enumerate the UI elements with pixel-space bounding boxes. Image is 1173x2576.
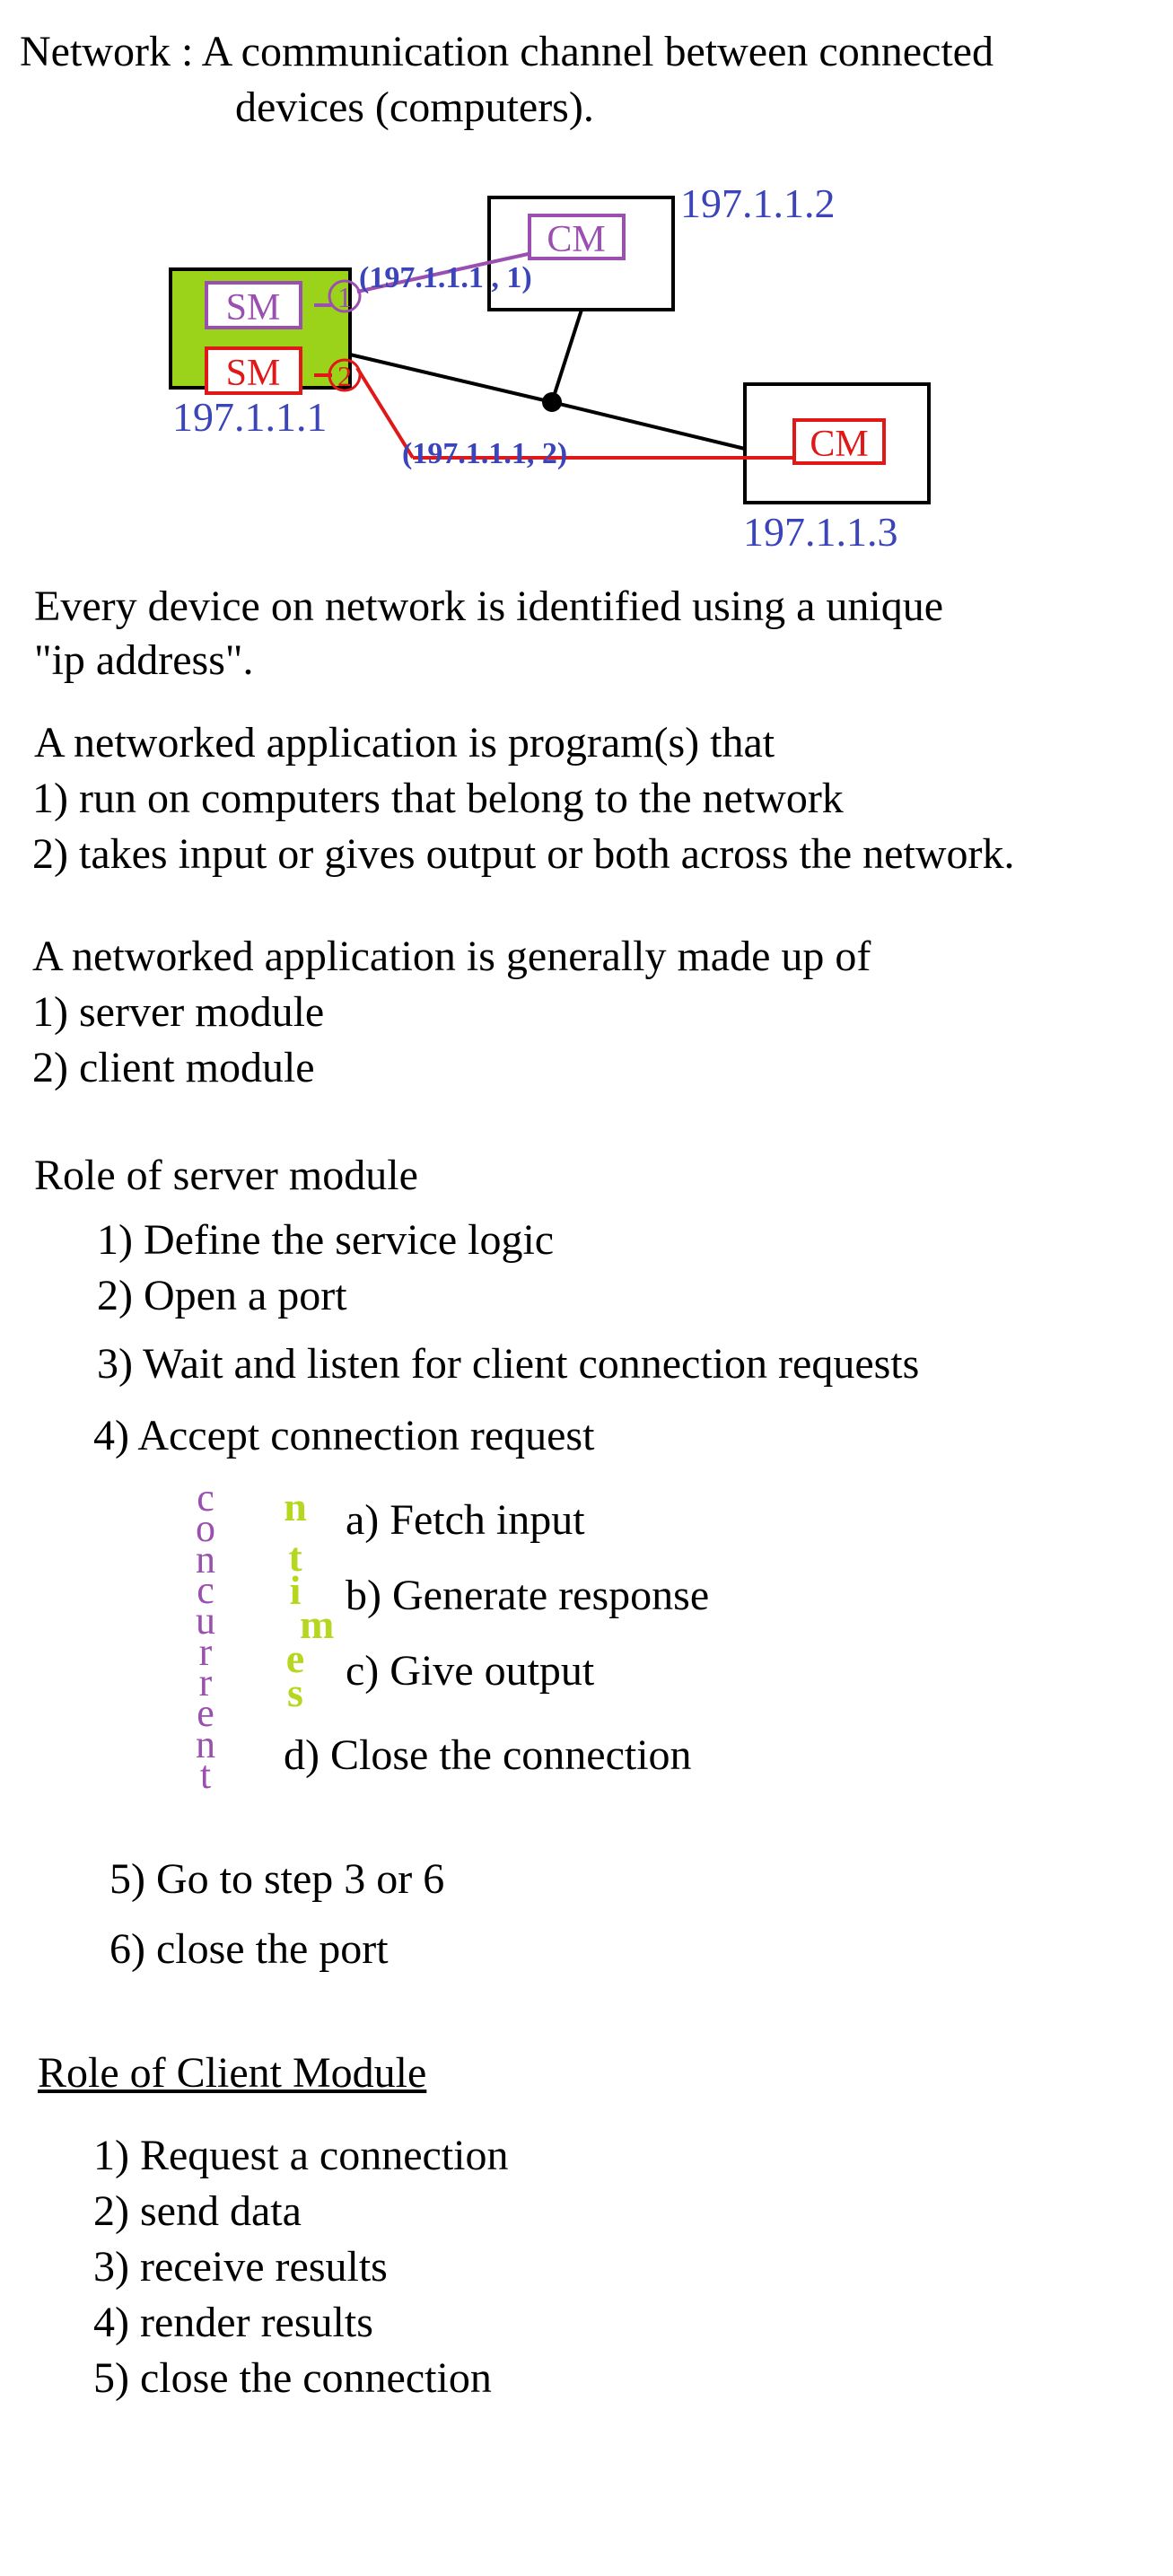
networked-app-point-2: 2) takes input or gives output or both a… — [32, 830, 1015, 878]
network-definition-line1: Network : A communication channel betwee… — [20, 28, 994, 75]
client-module-2-label: CM — [810, 424, 868, 465]
server-step-5: 5) Go to step 3 or 6 — [109, 1855, 445, 1903]
concurrent-vertical-label: c o n c u r r e n t — [190, 1477, 221, 1794]
server-step-1: 1) Define the service logic — [97, 1216, 555, 1264]
made-of-point-2: 2) client module — [32, 1044, 315, 1091]
network-diagram: SM SM 1 2 CM CM (197.1.1.1 , 1) (197.1.1… — [169, 180, 931, 555]
server-substep-c: c) Give output — [346, 1647, 595, 1695]
socket-2-label: (197.1.1.1, 2) — [402, 437, 567, 470]
link-server-hub — [349, 353, 553, 404]
client-step-5: 5) close the connection — [93, 2354, 492, 2402]
server-substep-d: d) Close the connection — [284, 1731, 692, 1779]
server-ip-label: 197.1.1.1 — [172, 394, 328, 440]
made-of-intro: A networked application is generally mad… — [32, 933, 871, 980]
server-module-1-label: SM — [226, 287, 281, 329]
link-hub-client2 — [551, 400, 746, 451]
client2-ip-label: 197.1.1.3 — [743, 509, 898, 555]
n-times-vertical-label: n t i m e s — [280, 1484, 334, 1715]
client-step-4: 4) render results — [93, 2299, 373, 2346]
port-1-label: 1 — [337, 281, 352, 313]
server-substep-a: a) Fetch input — [346, 1496, 585, 1544]
networked-app-point-1: 1) run on computers that belong to the n… — [32, 775, 844, 822]
server-step-6: 6) close the port — [109, 1925, 389, 1973]
server-step-4: 4) Accept connection request — [93, 1412, 595, 1459]
client-step-3: 3) receive results — [93, 2243, 388, 2291]
server-substep-b: b) Generate response — [346, 1572, 710, 1619]
server-role-title: Role of server module — [34, 1152, 418, 1199]
server-step-2: 2) Open a port — [97, 1272, 347, 1319]
made-of-point-1: 1) server module — [32, 988, 325, 1036]
network-hub-dot — [542, 392, 562, 412]
link-client1-hub — [550, 309, 583, 403]
ntimes-letter: s — [287, 1669, 303, 1715]
server-module-2-label: SM — [226, 353, 281, 394]
socket-1-label: (197.1.1.1 , 1) — [359, 261, 532, 294]
client-role-title: Role of Client Module — [38, 2049, 427, 2097]
client1-ip-label: 197.1.1.2 — [680, 180, 836, 226]
ntimes-letter: n — [284, 1484, 307, 1529]
ip-note-line1: Every device on network is identified us… — [34, 583, 944, 630]
network-definition-line2: devices (computers). — [235, 83, 594, 131]
client-module-1-label: CM — [547, 219, 605, 260]
networked-app-intro: A networked application is program(s) th… — [34, 719, 775, 767]
client-step-1: 1) Request a connection — [93, 2132, 509, 2179]
port-2-label: 2 — [337, 360, 352, 392]
ip-note-line2: "ip address". — [34, 636, 254, 684]
server-step-3: 3) Wait and listen for client connection… — [97, 1340, 920, 1388]
client-step-2: 2) send data — [93, 2187, 302, 2235]
